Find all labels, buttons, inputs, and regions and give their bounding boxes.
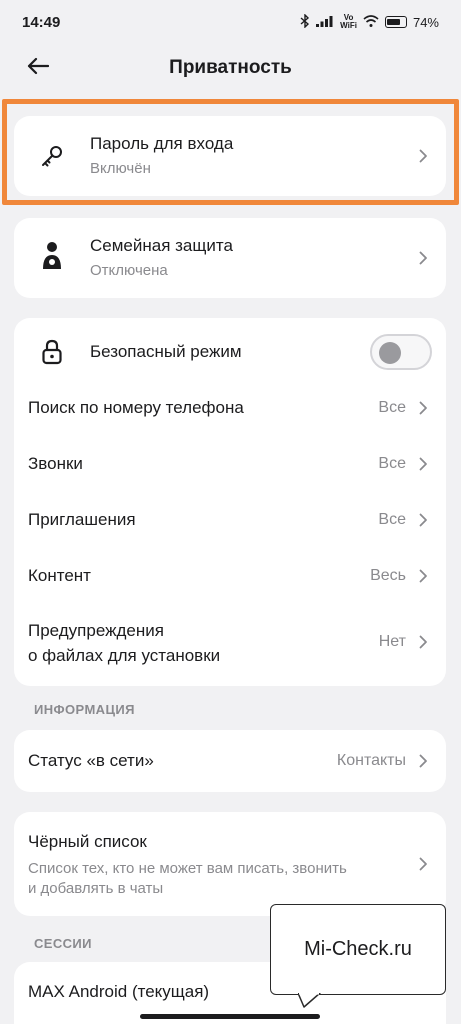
chevron-right-icon bbox=[416, 857, 430, 871]
privacy-settings-card: Безопасный режим Поиск по номеру телефон… bbox=[14, 318, 446, 686]
calls-title: Звонки bbox=[28, 454, 83, 473]
status-icons: Vo WiFi 74% bbox=[300, 12, 439, 31]
chevron-right-icon bbox=[416, 457, 430, 471]
page-title: Приватность bbox=[169, 57, 292, 78]
install-warnings-row[interactable]: Предупреждения о файлах для установки Не… bbox=[14, 610, 446, 674]
online-status-value: Контакты bbox=[336, 752, 406, 769]
blacklist-desc-line1: Список тех, кто не может вам писать, зво… bbox=[28, 860, 347, 877]
blacklist-desc-line2: и добавлять в чаты bbox=[28, 880, 164, 897]
family-protection-row[interactable]: Семейная защита Отключена bbox=[14, 218, 446, 298]
invitations-title: Приглашения bbox=[28, 510, 136, 529]
login-password-row[interactable]: Пароль для входа Включён bbox=[14, 116, 446, 196]
family-protection-status: Отключена bbox=[90, 262, 168, 279]
lock-icon bbox=[38, 338, 66, 366]
login-password-title: Пароль для входа bbox=[90, 134, 234, 153]
online-status-row[interactable]: Статус «в сети» Контакты bbox=[14, 730, 446, 792]
install-warnings-title-line2: о файлах для установки bbox=[28, 646, 221, 665]
chevron-right-icon bbox=[416, 149, 430, 163]
watermark: Mi-Check.ru bbox=[270, 904, 446, 995]
current-session-title: MAX Android (текущая) bbox=[28, 982, 210, 1001]
home-indicator bbox=[140, 1014, 320, 1019]
login-password-card: Пароль для входа Включён bbox=[14, 116, 446, 196]
safe-mode-title: Безопасный режим bbox=[90, 342, 242, 361]
blacklist-row[interactable]: Чёрный список Список тех, кто не может в… bbox=[14, 812, 446, 916]
calls-value: Все bbox=[378, 455, 406, 472]
invitations-row[interactable]: Приглашения Все bbox=[14, 494, 446, 546]
family-protection-title: Семейная защита bbox=[90, 236, 233, 255]
chevron-right-icon bbox=[416, 401, 430, 415]
status-bar: 14:49 Vo WiFi 74% bbox=[0, 0, 461, 44]
chevron-right-icon bbox=[416, 513, 430, 527]
sessions-section-label: СЕССИИ bbox=[34, 936, 92, 951]
info-section-label: ИНФОРМАЦИЯ bbox=[34, 702, 135, 717]
online-status-title: Статус «в сети» bbox=[28, 751, 154, 770]
toggle-knob bbox=[379, 342, 401, 364]
blacklist-card: Чёрный список Список тех, кто не может в… bbox=[14, 812, 446, 916]
bluetooth-icon bbox=[300, 12, 310, 31]
person-shield-icon bbox=[38, 242, 66, 270]
family-protection-card: Семейная защита Отключена bbox=[14, 218, 446, 298]
chevron-right-icon bbox=[416, 251, 430, 265]
phone-search-title: Поиск по номеру телефона bbox=[28, 398, 244, 417]
safe-mode-toggle[interactable] bbox=[370, 334, 432, 370]
chevron-right-icon bbox=[416, 754, 430, 768]
signal-icon bbox=[316, 15, 334, 30]
battery-icon bbox=[384, 16, 407, 28]
key-icon bbox=[38, 142, 66, 170]
content-value: Весь bbox=[370, 567, 406, 584]
back-button[interactable] bbox=[24, 54, 52, 82]
invitations-value: Все bbox=[378, 511, 406, 528]
blacklist-title: Чёрный список bbox=[28, 832, 147, 851]
header: Приватность bbox=[0, 44, 461, 92]
calls-row[interactable]: Звонки Все bbox=[14, 438, 446, 490]
content-row[interactable]: Контент Весь bbox=[14, 550, 446, 602]
safe-mode-row[interactable]: Безопасный режим bbox=[14, 326, 446, 378]
battery-level: 74% bbox=[412, 14, 439, 30]
vowifi-bottom: WiFi bbox=[340, 21, 357, 30]
content-title: Контент bbox=[28, 566, 91, 585]
login-password-status: Включён bbox=[90, 160, 151, 177]
install-warnings-title-line1: Предупреждения bbox=[28, 621, 164, 640]
chevron-right-icon bbox=[416, 569, 430, 583]
arrow-left-icon bbox=[27, 57, 50, 80]
vowifi-icon: Vo WiFi bbox=[340, 14, 357, 30]
install-warnings-value: Нет bbox=[378, 633, 406, 650]
phone-search-row[interactable]: Поиск по номеру телефона Все bbox=[14, 382, 446, 434]
status-time: 14:49 bbox=[22, 13, 61, 31]
online-status-card: Статус «в сети» Контакты bbox=[14, 730, 446, 792]
phone-search-value: Все bbox=[378, 399, 406, 416]
wifi-icon bbox=[363, 14, 379, 30]
chevron-right-icon bbox=[416, 635, 430, 649]
watermark-text: Mi-Check.ru bbox=[304, 938, 412, 960]
